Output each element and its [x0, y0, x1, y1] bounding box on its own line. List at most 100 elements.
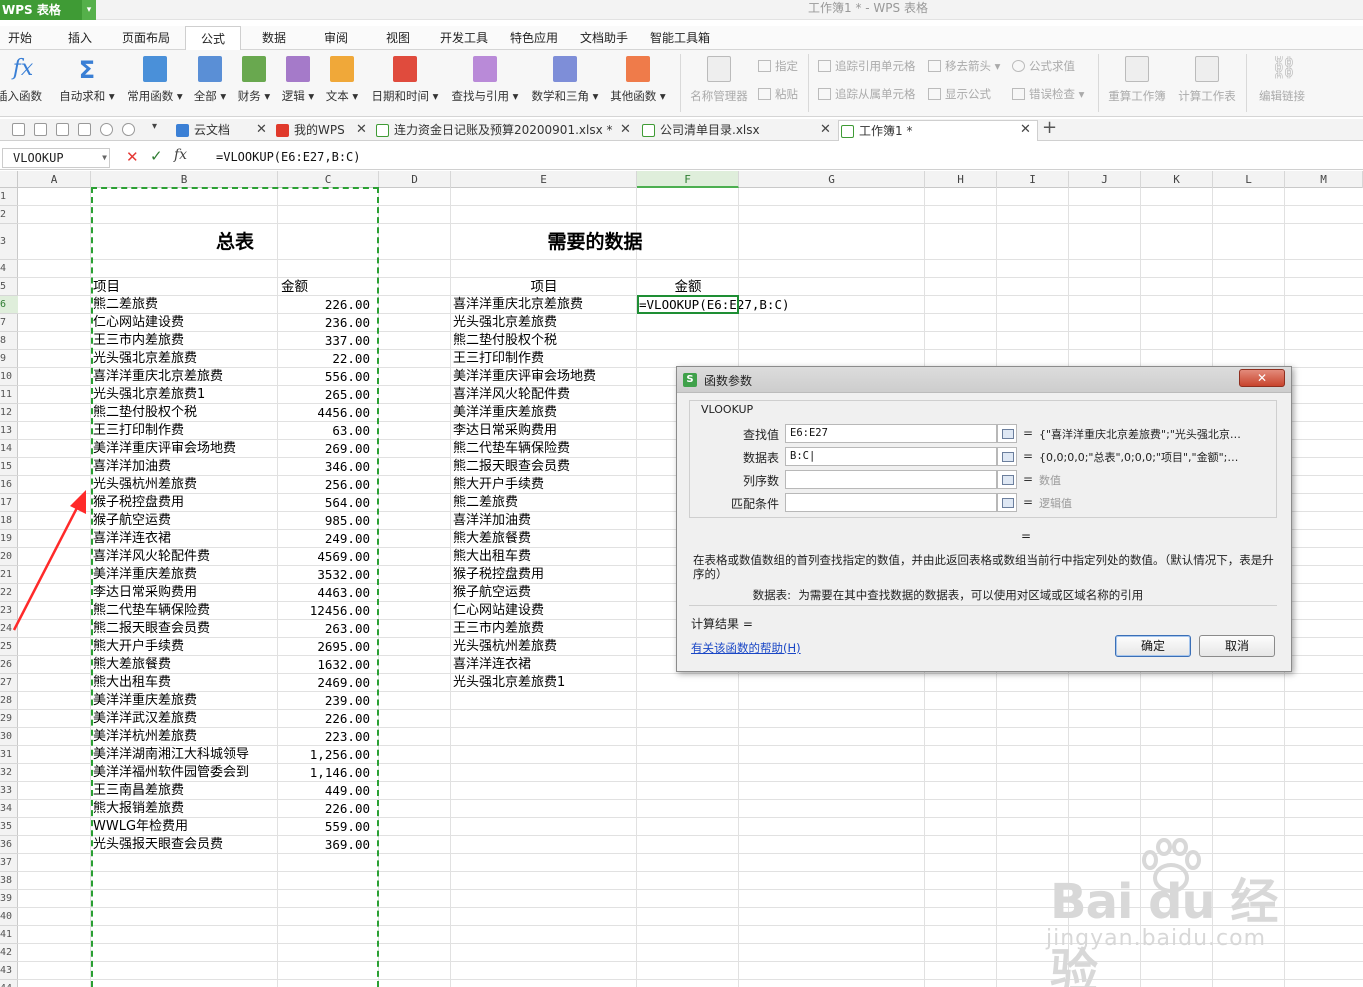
- row-header[interactable]: 43: [0, 962, 18, 980]
- needed-item-cell[interactable]: 美洋洋重庆差旅费: [453, 404, 637, 422]
- table-array-input[interactable]: B:C|: [785, 447, 997, 466]
- row-header[interactable]: 35: [0, 818, 18, 836]
- row-header[interactable]: 32: [0, 764, 18, 782]
- needed-item-cell[interactable]: 熊二代垫车辆保险费: [453, 440, 637, 458]
- redo-icon[interactable]: [122, 123, 135, 136]
- header-amount[interactable]: 金额: [637, 278, 739, 296]
- needed-item-cell[interactable]: 熊大差旅餐费: [453, 530, 637, 548]
- tab-special[interactable]: 特色应用: [506, 26, 562, 50]
- summary-amount-cell[interactable]: 346.00: [278, 458, 379, 476]
- lookup-reference-button[interactable]: 查找与引用 ▾: [448, 56, 522, 104]
- confirm-check-icon[interactable]: ✓: [150, 147, 163, 165]
- summary-item-cell[interactable]: 王三打印制作费: [93, 422, 277, 440]
- summary-amount-cell[interactable]: 369.00: [278, 836, 379, 854]
- tab-review[interactable]: 审阅: [318, 26, 354, 50]
- row-header[interactable]: 2: [0, 206, 18, 224]
- column-header[interactable]: B: [91, 171, 278, 188]
- header-amount[interactable]: 金额: [281, 278, 371, 296]
- summary-amount-cell[interactable]: 22.00: [278, 350, 379, 368]
- summary-item-cell[interactable]: 熊二代垫车辆保险费: [93, 602, 277, 620]
- summary-title[interactable]: 总表: [91, 224, 379, 260]
- tab-insert[interactable]: 插入: [62, 26, 98, 50]
- tab-home[interactable]: 开始: [2, 26, 38, 50]
- edit-links-button[interactable]: ⛓ 编辑链接: [1254, 56, 1310, 104]
- needed-item-cell[interactable]: 光头强北京差旅费1: [453, 674, 637, 692]
- row-header[interactable]: 33: [0, 782, 18, 800]
- formula-input[interactable]: =VLOOKUP(E6:E27,B:C): [216, 148, 1356, 168]
- summary-amount-cell[interactable]: 269.00: [278, 440, 379, 458]
- row-header[interactable]: 40: [0, 908, 18, 926]
- needed-item-cell[interactable]: 美洋洋重庆评审会场地费: [453, 368, 637, 386]
- recalc-workbook-button[interactable]: 重算工作簿: [1106, 56, 1168, 104]
- evaluate-formula-button[interactable]: 公式求值: [1012, 58, 1075, 74]
- summary-amount-cell[interactable]: 4463.00: [278, 584, 379, 602]
- summary-amount-cell[interactable]: 223.00: [278, 728, 379, 746]
- new-tab-plus-icon[interactable]: +: [1042, 117, 1057, 138]
- row-header[interactable]: 10: [0, 368, 18, 386]
- needed-item-cell[interactable]: 熊二差旅费: [453, 494, 637, 512]
- needed-item-cell[interactable]: 猴子税控盘费用: [453, 566, 637, 584]
- column-header[interactable]: H: [925, 171, 997, 188]
- summary-item-cell[interactable]: 喜洋洋连衣裙: [93, 530, 277, 548]
- doc-tab[interactable]: 公司清单目录.xlsx: [640, 120, 760, 141]
- summary-item-cell[interactable]: 美洋洋重庆差旅费: [93, 566, 277, 584]
- summary-item-cell[interactable]: 李达日常采购费用: [93, 584, 277, 602]
- column-header[interactable]: G: [739, 171, 925, 188]
- summary-item-cell[interactable]: 美洋洋重庆差旅费: [93, 692, 277, 710]
- summary-item-cell[interactable]: 光头强报天眼查会员费: [93, 836, 277, 854]
- summary-amount-cell[interactable]: 556.00: [278, 368, 379, 386]
- summary-item-cell[interactable]: 王三市内差旅费: [93, 332, 277, 350]
- summary-amount-cell[interactable]: 4456.00: [278, 404, 379, 422]
- print-icon[interactable]: [56, 123, 69, 136]
- summary-item-cell[interactable]: 美洋洋杭州差旅费: [93, 728, 277, 746]
- summary-item-cell[interactable]: 美洋洋重庆评审会场地费: [93, 440, 277, 458]
- summary-item-cell[interactable]: 美洋洋福州软件园管委会到: [93, 764, 277, 782]
- tab-developer[interactable]: 开发工具: [436, 26, 492, 50]
- needed-item-cell[interactable]: 熊二报天眼查会员费: [453, 458, 637, 476]
- summary-amount-cell[interactable]: 12456.00: [278, 602, 379, 620]
- needed-item-cell[interactable]: 王三打印制作费: [453, 350, 637, 368]
- summary-item-cell[interactable]: 猴子航空运费: [93, 512, 277, 530]
- column-header[interactable]: C: [278, 171, 379, 188]
- summary-amount-cell[interactable]: 985.00: [278, 512, 379, 530]
- row-header[interactable]: 27: [0, 674, 18, 692]
- row-header[interactable]: 3: [0, 224, 18, 260]
- other-functions-button[interactable]: 其他函数 ▾: [606, 56, 670, 104]
- summary-amount-cell[interactable]: 337.00: [278, 332, 379, 350]
- needed-item-cell[interactable]: 喜洋洋连衣裙: [453, 656, 637, 674]
- row-header[interactable]: 9: [0, 350, 18, 368]
- close-button[interactable]: ✕: [1239, 369, 1285, 387]
- row-header[interactable]: 8: [0, 332, 18, 350]
- summary-amount-cell[interactable]: 3532.00: [278, 566, 379, 584]
- summary-item-cell[interactable]: 熊二垫付股权个税: [93, 404, 277, 422]
- error-checking-button[interactable]: 错误检查 ▾: [1012, 86, 1084, 102]
- column-header[interactable]: I: [997, 171, 1069, 188]
- summary-item-cell[interactable]: 王三南昌差旅费: [93, 782, 277, 800]
- tab-data[interactable]: 数据: [256, 26, 292, 50]
- col-index-input[interactable]: [785, 470, 997, 489]
- summary-amount-cell[interactable]: 226.00: [278, 710, 379, 728]
- tab-smart-toolbox[interactable]: 智能工具箱: [646, 26, 714, 50]
- summary-amount-cell[interactable]: 265.00: [278, 386, 379, 404]
- summary-amount-cell[interactable]: 63.00: [278, 422, 379, 440]
- chevron-down-icon[interactable]: ▼: [102, 149, 107, 167]
- row-header[interactable]: 11: [0, 386, 18, 404]
- summary-amount-cell[interactable]: 239.00: [278, 692, 379, 710]
- column-header[interactable]: M: [1285, 171, 1363, 188]
- summary-amount-cell[interactable]: 559.00: [278, 818, 379, 836]
- row-header[interactable]: 5: [0, 278, 18, 296]
- row-header[interactable]: 12: [0, 404, 18, 422]
- row-header[interactable]: 42: [0, 944, 18, 962]
- row-header[interactable]: 26: [0, 656, 18, 674]
- summary-item-cell[interactable]: 光头强北京差旅费1: [93, 386, 277, 404]
- header-item[interactable]: 项目: [451, 278, 637, 296]
- summary-item-cell[interactable]: 美洋洋湖南湘江大科城领导: [93, 746, 277, 764]
- column-header-active[interactable]: F: [637, 171, 739, 188]
- column-header[interactable]: L: [1213, 171, 1285, 188]
- define-name-button[interactable]: 指定: [758, 58, 798, 74]
- summary-item-cell[interactable]: 熊二报天眼查会员费: [93, 620, 277, 638]
- summary-item-cell[interactable]: 喜洋洋风火轮配件费: [93, 548, 277, 566]
- summary-item-cell[interactable]: 熊大出租车费: [93, 674, 277, 692]
- header-item[interactable]: 项目: [93, 278, 273, 296]
- summary-item-cell[interactable]: 熊大报销差旅费: [93, 800, 277, 818]
